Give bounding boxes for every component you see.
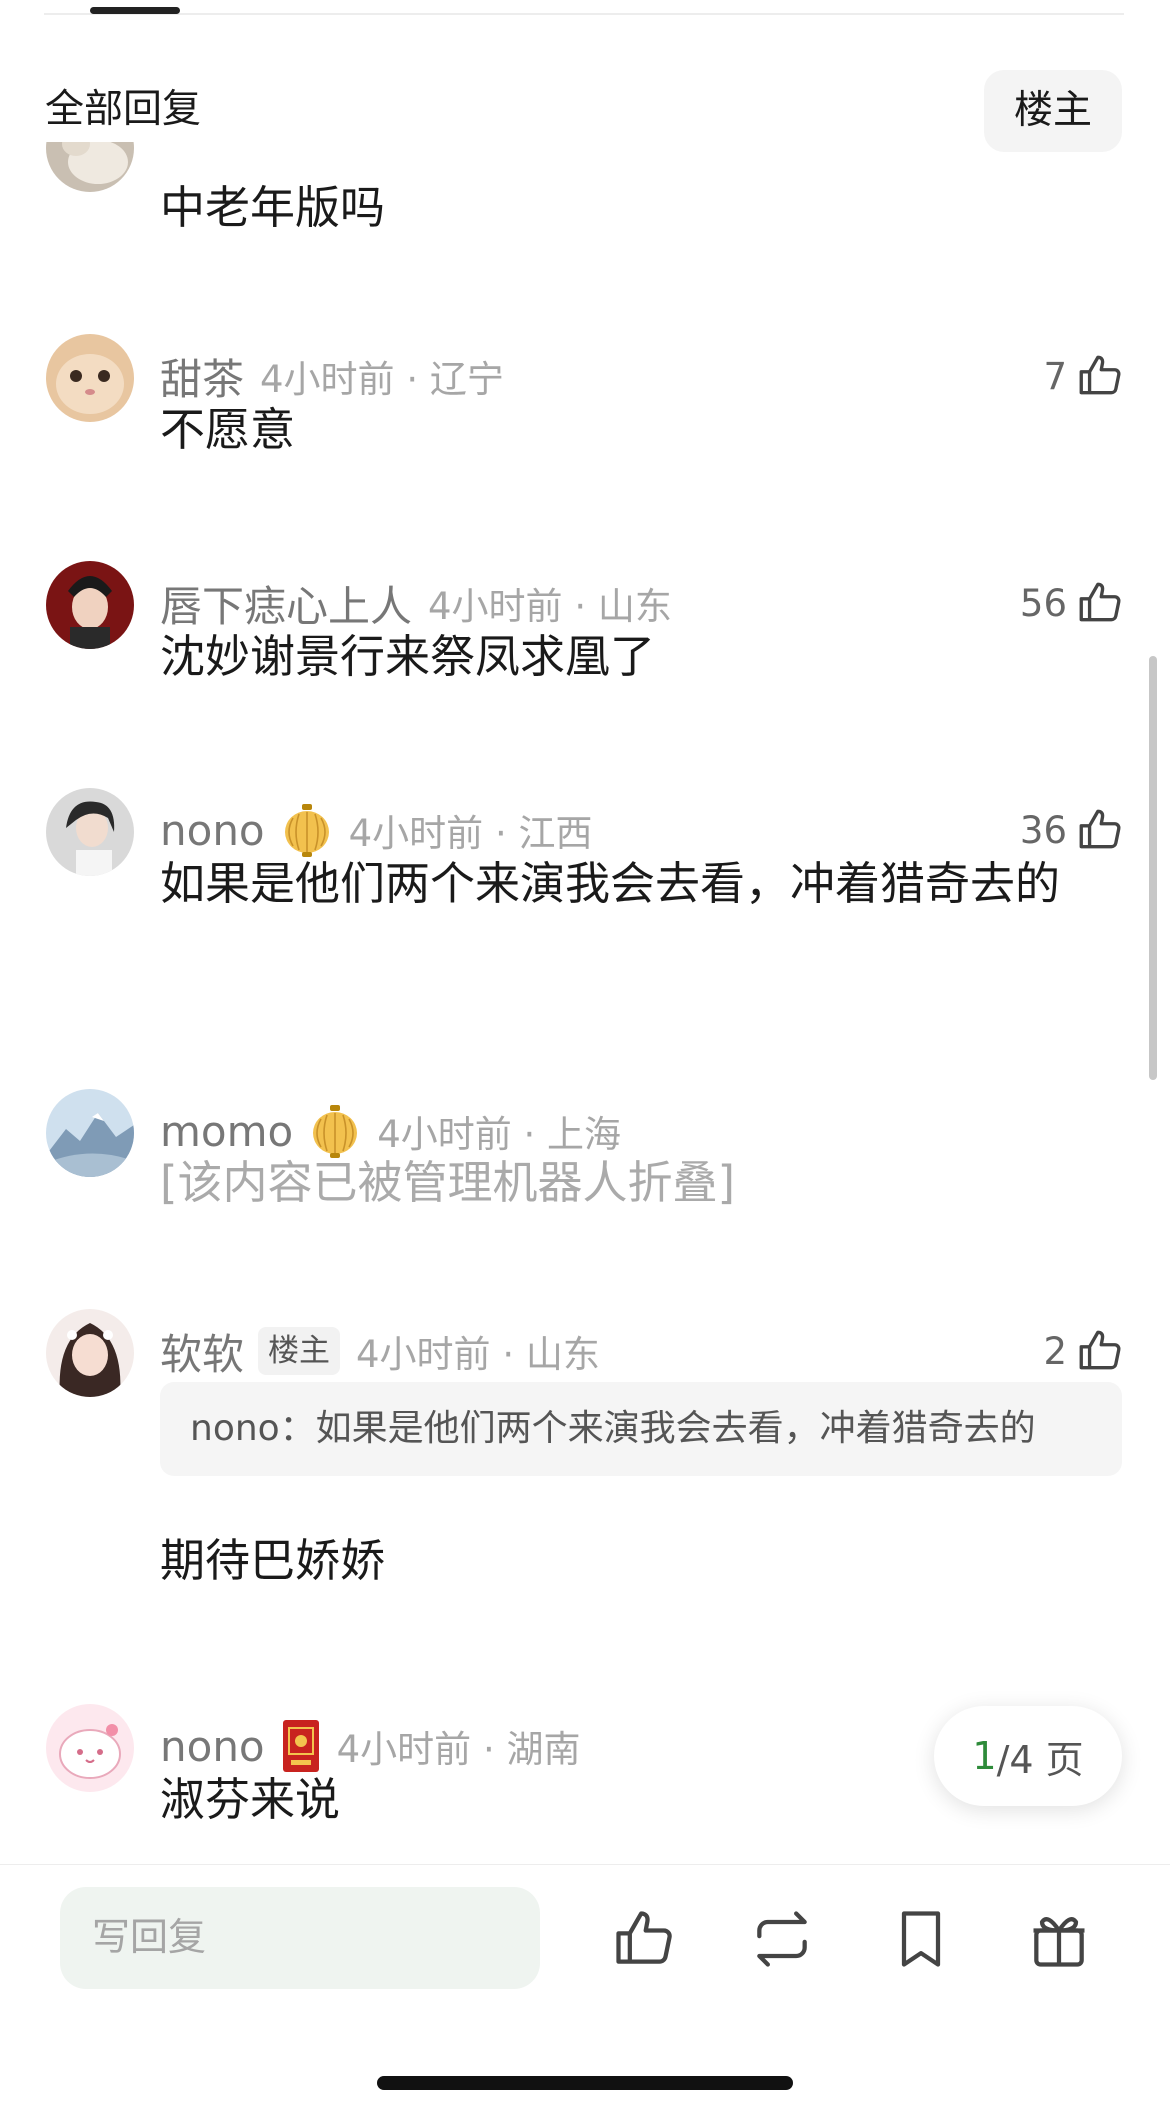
like-count: 36	[1019, 808, 1067, 852]
page-indicator[interactable]: 1/4 页	[934, 1706, 1122, 1806]
avatar[interactable]	[46, 1704, 134, 1792]
home-indicator[interactable]	[377, 2076, 793, 2090]
like-post-button[interactable]	[610, 1905, 678, 1973]
avatar[interactable]	[46, 1309, 134, 1397]
repost-icon	[757, 1911, 807, 1967]
all-replies-title: 全部回复	[45, 87, 202, 132]
current-page: 1	[972, 1734, 997, 1778]
thumbs-up-icon	[1079, 1330, 1121, 1370]
owner-badge: 楼主	[258, 1327, 341, 1375]
replies-header: 全部回复 楼主	[0, 30, 1170, 152]
comment-text: 中老年版吗	[160, 181, 386, 234]
avatar[interactable]	[46, 1089, 134, 1177]
like-count: 56	[1019, 581, 1067, 625]
username[interactable]: 软软	[160, 1321, 244, 1382]
comment-text: 沈妙谢景行来祭凤求凰了	[160, 630, 656, 683]
avatar[interactable]	[46, 788, 134, 876]
total-pages: /4 页	[996, 1737, 1084, 1782]
comment-text: 不愿意	[160, 403, 296, 456]
like-button[interactable]: 2	[1043, 1323, 1125, 1379]
quoted-reply[interactable]: nono：如果是他们两个来演我会去看，冲着猎奇去的	[160, 1382, 1122, 1476]
owner-only-filter-button[interactable]: 楼主	[984, 70, 1122, 152]
like-count: 7	[1043, 354, 1067, 398]
tab-indicator	[90, 7, 180, 14]
bookmark-icon	[901, 1911, 941, 1967]
comment-list: 中老年版吗 甜茶 4小时前 · 辽宁 7 不愿意 唇下痣心上人 4小时前 · 山…	[0, 142, 1170, 1864]
folded-comment-text: [该内容已被管理机器人折叠]	[160, 1156, 736, 1209]
comment-meta: 软软 楼主 4小时前 · 山东	[160, 1323, 600, 1379]
timestamp-location: 4小时前 · 山东	[356, 1333, 600, 1376]
repost-button[interactable]	[748, 1905, 816, 1973]
gift-icon	[1033, 1917, 1085, 1967]
comment-text: 如果是他们两个来演我会去看，冲着猎奇去的	[160, 857, 1061, 910]
avatar[interactable]	[46, 142, 134, 192]
avatar[interactable]	[46, 334, 134, 422]
top-divider	[44, 13, 1124, 15]
bookmark-button[interactable]	[887, 1905, 955, 1973]
thumbs-up-icon	[616, 1911, 672, 1964]
gift-button[interactable]	[1025, 1905, 1093, 1973]
comment-text: 期待巴娇娇	[160, 1534, 386, 1587]
reply-input[interactable]: 写回复	[60, 1887, 540, 1989]
avatar[interactable]	[46, 561, 134, 649]
like-count: 2	[1043, 1329, 1067, 1373]
